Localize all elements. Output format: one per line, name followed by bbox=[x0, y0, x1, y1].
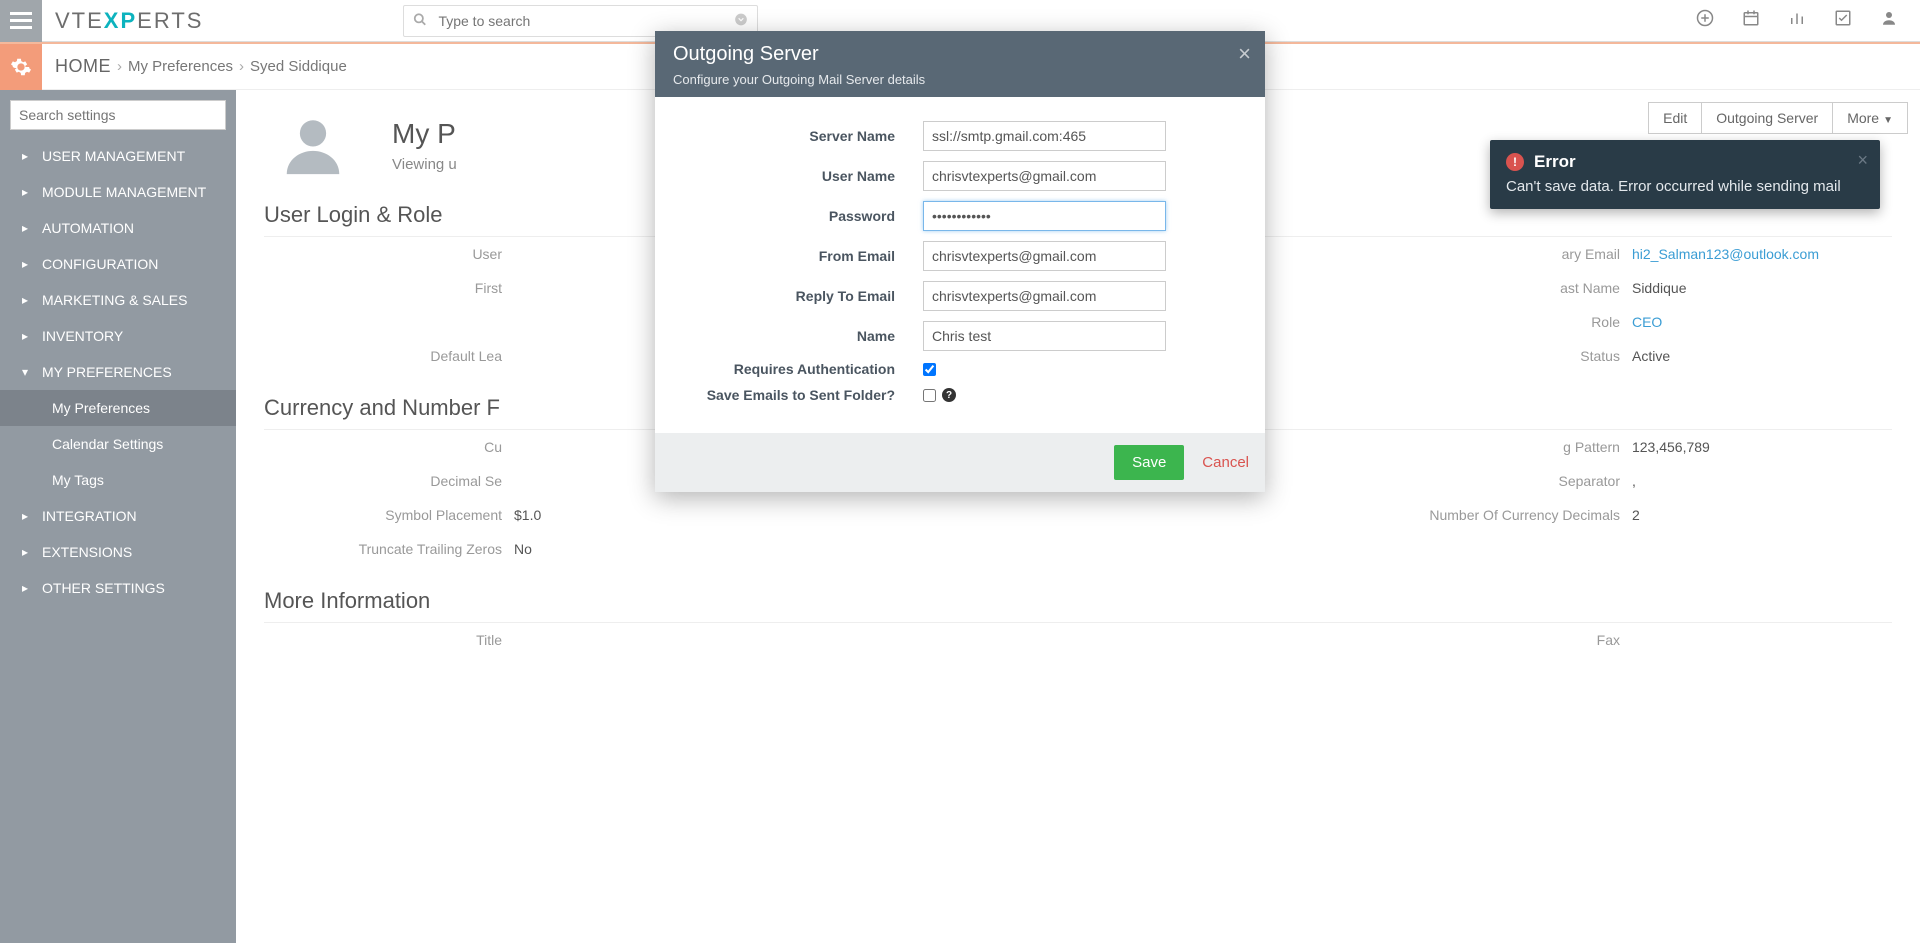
modal-header: Outgoing Server Configure your Outgoing … bbox=[655, 31, 1265, 97]
error-toast: × ! Error Can't save data. Error occurre… bbox=[1490, 140, 1880, 209]
cancel-button[interactable]: Cancel bbox=[1202, 454, 1249, 471]
name-input[interactable] bbox=[923, 321, 1166, 351]
save-button[interactable]: Save bbox=[1114, 445, 1184, 480]
password-input[interactable] bbox=[923, 201, 1166, 231]
requires-auth-checkbox[interactable] bbox=[923, 363, 936, 376]
close-icon[interactable]: × bbox=[1857, 150, 1868, 171]
server-name-label: Server Name bbox=[685, 128, 923, 144]
save-sent-label: Save Emails to Sent Folder? bbox=[685, 387, 923, 403]
error-icon: ! bbox=[1506, 153, 1524, 171]
modal-subtitle: Configure your Outgoing Mail Server deta… bbox=[673, 72, 1247, 87]
reply-to-label: Reply To Email bbox=[685, 288, 923, 304]
password-label: Password bbox=[685, 208, 923, 224]
save-sent-checkbox[interactable] bbox=[923, 389, 936, 402]
from-email-input[interactable] bbox=[923, 241, 1166, 271]
close-icon[interactable]: × bbox=[1238, 41, 1251, 67]
requires-auth-label: Requires Authentication bbox=[685, 361, 923, 377]
help-icon[interactable]: ? bbox=[942, 388, 956, 402]
server-name-input[interactable] bbox=[923, 121, 1166, 151]
outgoing-server-modal: Outgoing Server Configure your Outgoing … bbox=[655, 31, 1265, 492]
reply-to-input[interactable] bbox=[923, 281, 1166, 311]
toast-title: Error bbox=[1534, 152, 1576, 172]
user-name-label: User Name bbox=[685, 168, 923, 184]
from-email-label: From Email bbox=[685, 248, 923, 264]
name-label: Name bbox=[685, 328, 923, 344]
toast-body: Can't save data. Error occurred while se… bbox=[1506, 178, 1864, 195]
modal-title: Outgoing Server bbox=[673, 43, 1247, 66]
user-name-input[interactable] bbox=[923, 161, 1166, 191]
